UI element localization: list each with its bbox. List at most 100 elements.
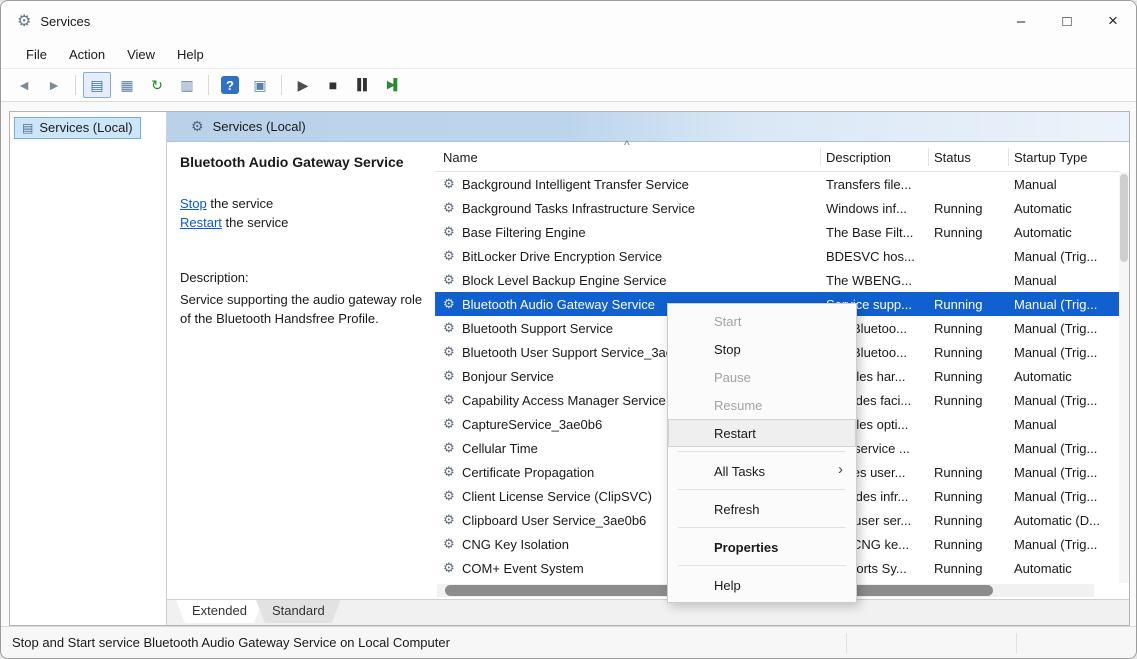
service-description: Windows inf... <box>826 196 932 220</box>
vertical-scrollbar[interactable] <box>1119 172 1129 583</box>
menu-bar: FileActionViewHelp <box>1 41 1136 69</box>
service-row[interactable]: ⚙Background Intelligent Transfer Service… <box>435 172 1119 196</box>
context-menu-label: Start <box>714 314 741 329</box>
context-menu-item-refresh[interactable]: Refresh <box>668 495 856 523</box>
start-service-button[interactable]: ▶ <box>289 72 317 98</box>
close-button[interactable]: × <box>1090 1 1136 41</box>
refresh-button[interactable]: ↻ <box>143 72 171 98</box>
service-status: Running <box>934 556 1012 580</box>
tree-item-label: Services (Local) <box>39 120 132 135</box>
service-startup-type: Manual <box>1014 172 1117 196</box>
pause-service-button[interactable]: ▌▌ <box>349 72 377 98</box>
context-menu-label: Refresh <box>714 502 760 517</box>
toolbar-separator <box>75 75 76 95</box>
column-separator <box>928 148 929 166</box>
context-menu-item-properties[interactable]: Properties <box>668 533 856 561</box>
service-status: Running <box>934 292 1012 316</box>
service-startup-type: Manual (Trig... <box>1014 388 1117 412</box>
column-separator <box>1008 148 1009 166</box>
help-button[interactable]: ? <box>216 72 244 98</box>
menu-separator <box>678 489 846 490</box>
tab-standard[interactable]: Standard <box>256 600 341 623</box>
service-gear-icon: ⚙ <box>443 460 460 484</box>
status-text: Stop and Start service Bluetooth Audio G… <box>12 635 450 650</box>
service-gear-icon: ⚙ <box>443 556 460 580</box>
stop-link[interactable]: Stop <box>180 196 207 211</box>
vertical-scrollbar-thumb[interactable] <box>1120 174 1128 262</box>
properties-button[interactable]: ▦ <box>113 72 141 98</box>
restart-service-button[interactable]: ▶▌ <box>379 72 407 98</box>
tree-item-services-local[interactable]: ▤ Services (Local) <box>14 117 141 139</box>
service-gear-icon: ⚙ <box>443 532 460 556</box>
service-status: Running <box>934 388 1012 412</box>
stop-service-button[interactable]: ■ <box>319 72 347 98</box>
service-row[interactable]: ⚙Background Tasks Infrastructure Service… <box>435 196 1119 220</box>
refresh-icon: ↻ <box>151 78 163 92</box>
console-tree: ▤ Services (Local) <box>10 112 167 625</box>
service-startup-type: Manual (Trig... <box>1014 244 1117 268</box>
console-window-button[interactable]: ▣ <box>246 72 274 98</box>
service-row[interactable]: ⚙Block Level Backup Engine ServiceThe WB… <box>435 268 1119 292</box>
context-menu-item-all-tasks[interactable]: All Tasks› <box>668 457 856 485</box>
service-status <box>934 412 1012 436</box>
column-header-name[interactable]: Name <box>443 142 478 172</box>
menu-help[interactable]: Help <box>166 43 215 66</box>
service-name: Base Filtering Engine <box>462 220 819 244</box>
back-button[interactable]: ◄ <box>10 72 38 98</box>
help-icon: ? <box>221 76 239 94</box>
service-gear-icon: ⚙ <box>443 268 460 292</box>
services-pane: ⚙ Services (Local) Bluetooth Audio Gatew… <box>167 112 1129 625</box>
service-description: BDESVC hos... <box>826 244 932 268</box>
service-startup-type: Manual (Trig... <box>1014 436 1117 460</box>
minimize-button[interactable]: – <box>998 1 1044 41</box>
context-menu-label: Restart <box>714 426 756 441</box>
stop-service-line: Stop the service <box>180 196 273 211</box>
pane-title: Services (Local) <box>213 119 306 134</box>
show-console-tree-button[interactable]: ▤ <box>83 72 111 98</box>
services-gear-icon: ⚙ <box>191 118 204 135</box>
service-startup-type: Manual (Trig... <box>1014 292 1117 316</box>
toolbar: ◄ ► ▤ ▦ ↻ ▥? ▣ ▶ ■▌▌▶▌ <box>1 69 1136 102</box>
service-gear-icon: ⚙ <box>443 196 460 220</box>
start-service-icon: ▶ <box>298 78 309 92</box>
context-menu-item-restart[interactable]: Restart <box>668 419 856 447</box>
menu-view[interactable]: View <box>116 43 166 66</box>
service-status <box>934 436 1012 460</box>
service-startup-type: Automatic <box>1014 196 1117 220</box>
service-row[interactable]: ⚙BitLocker Drive Encryption ServiceBDESV… <box>435 244 1119 268</box>
back-icon: ◄ <box>17 78 31 92</box>
console-workspace: ▤ Services (Local) ⚙ Services (Local) Blu… <box>9 111 1130 626</box>
service-startup-type: Manual (Trig... <box>1014 460 1117 484</box>
context-menu-item-help[interactable]: Help <box>668 571 856 599</box>
services-node-icon: ▤ <box>22 121 33 135</box>
menu-separator <box>678 565 846 566</box>
service-row[interactable]: ⚙Base Filtering EngineThe Base Filt...Ru… <box>435 220 1119 244</box>
forward-button[interactable]: ► <box>40 72 68 98</box>
column-header-status[interactable]: Status <box>934 142 971 172</box>
service-startup-type: Manual <box>1014 268 1117 292</box>
service-startup-type: Automatic <box>1014 556 1117 580</box>
statusbar-separator <box>1016 633 1017 653</box>
maximize-button[interactable]: □ <box>1044 1 1090 41</box>
column-header-startup-type[interactable]: Startup Type <box>1014 142 1087 172</box>
service-description: The WBENG... <box>826 268 932 292</box>
context-menu-item-stop[interactable]: Stop <box>668 335 856 363</box>
export-list-button[interactable]: ▥ <box>173 72 201 98</box>
menu-file[interactable]: File <box>15 43 58 66</box>
context-menu-item-start: Start <box>668 307 856 335</box>
properties-icon: ▦ <box>120 78 133 92</box>
menu-action[interactable]: Action <box>58 43 116 66</box>
context-menu-label: All Tasks <box>714 464 765 479</box>
tab-extended[interactable]: Extended <box>176 600 263 623</box>
service-gear-icon: ⚙ <box>443 364 460 388</box>
restart-link[interactable]: Restart <box>180 215 222 230</box>
service-detail-pane: Bluetooth Audio Gateway Service Stop the… <box>167 142 435 599</box>
service-status: Running <box>934 340 1012 364</box>
service-status: Running <box>934 460 1012 484</box>
toolbar-separator <box>208 75 209 95</box>
description-label: Description: <box>180 270 249 285</box>
context-menu-label: Stop <box>714 342 741 357</box>
service-gear-icon: ⚙ <box>443 436 460 460</box>
context-menu-label: Properties <box>714 540 778 555</box>
column-header-description[interactable]: Description <box>826 142 891 172</box>
